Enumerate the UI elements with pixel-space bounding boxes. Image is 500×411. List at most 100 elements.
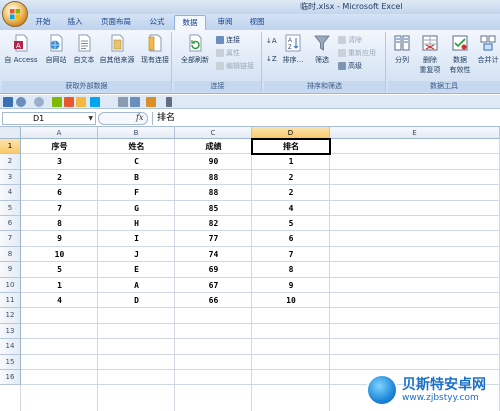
text-to-columns-button[interactable]: 分列 [390, 34, 414, 65]
cell-a11[interactable]: 4 [21, 293, 98, 308]
cell-d3[interactable]: 2 [252, 170, 330, 185]
cell-a9[interactable]: 5 [21, 262, 98, 277]
consolidate-button[interactable]: 合并计 [476, 34, 500, 65]
cell-d13[interactable] [252, 324, 330, 339]
cell-b3[interactable]: B [98, 170, 175, 185]
cell-c5[interactable]: 85 [175, 201, 252, 216]
row-header-13[interactable]: 13 [0, 323, 21, 340]
cell-c11[interactable]: 66 [175, 293, 252, 308]
formula-input[interactable]: 排名 [152, 112, 498, 125]
cell-d9[interactable]: 8 [252, 262, 330, 277]
filter-button[interactable]: 筛选 [310, 34, 334, 65]
remove-duplicates-button[interactable]: 删除 重复项 [416, 34, 444, 75]
cell-b10[interactable]: A [98, 278, 175, 293]
cell-c9[interactable]: 69 [175, 262, 252, 277]
select-all-corner[interactable] [0, 127, 21, 139]
cell-d4[interactable]: 2 [252, 185, 330, 200]
cell-a7[interactable]: 9 [21, 231, 98, 246]
cell-b7[interactable]: I [98, 231, 175, 246]
cell-c8[interactable]: 74 [175, 247, 252, 262]
cell-a13[interactable] [21, 324, 98, 339]
chart-icon[interactable] [64, 97, 74, 107]
existing-connections-button[interactable]: 现有连接 [138, 34, 172, 65]
tab-insert[interactable]: 插入 [62, 15, 88, 30]
cell-d11[interactable]: 10 [252, 293, 330, 308]
cell-a2[interactable]: 3 [21, 154, 98, 169]
insert-function-icon[interactable]: fx [136, 113, 143, 122]
save-icon[interactable] [3, 97, 13, 107]
column-header-c[interactable]: C [175, 127, 252, 139]
cell-a15[interactable] [21, 355, 98, 370]
properties-button[interactable]: 属性 [216, 48, 240, 59]
cell-d8[interactable]: 7 [252, 247, 330, 262]
row-header-9[interactable]: 9 [0, 262, 21, 278]
tab-view[interactable]: 视图 [244, 15, 270, 30]
sort-button[interactable]: AZ 排序... [280, 34, 306, 65]
cell-b5[interactable]: G [98, 201, 175, 216]
cell-b8[interactable]: J [98, 247, 175, 262]
cell-b12[interactable] [98, 308, 175, 323]
connections-button[interactable]: 连接 [216, 35, 240, 46]
row-header-4[interactable]: 4 [0, 185, 21, 201]
worksheet-grid[interactable]: A B C D E 1 序号 姓名 成绩 排名 2 3 C 90 1 3 2 B 88 2 4 6 F 88 2 5 7 G 85 4 6 8… [0, 127, 500, 411]
cell-b11[interactable]: D [98, 293, 175, 308]
tab-data[interactable]: 数据 [174, 15, 206, 30]
reapply-button[interactable]: 重新应用 [338, 48, 376, 59]
cell-a1[interactable]: 序号 [21, 139, 98, 154]
edit-links-button[interactable]: 编辑链接 [216, 61, 254, 72]
cell-d5[interactable]: 4 [252, 201, 330, 216]
row-header-8[interactable]: 8 [0, 246, 21, 263]
data-validation-button[interactable]: 数据 有效性 [446, 34, 474, 75]
from-access-button[interactable]: A 自 Access [4, 34, 38, 65]
cell-d16[interactable] [252, 370, 330, 385]
form-icon[interactable] [118, 97, 128, 107]
cell-b1[interactable]: 姓名 [98, 139, 175, 154]
row-header-10[interactable]: 10 [0, 277, 21, 293]
clear-button[interactable]: 清除 [338, 35, 362, 46]
name-box-dropdown-icon[interactable]: ▼ [88, 113, 93, 124]
cell-b6[interactable]: H [98, 216, 175, 231]
cell-a14[interactable] [21, 339, 98, 354]
name-box[interactable]: D1 ▼ [2, 112, 96, 125]
row-header-7[interactable]: 7 [0, 231, 21, 247]
undo-icon[interactable] [16, 97, 26, 107]
cell-c14[interactable] [175, 339, 252, 354]
cell-b4[interactable]: F [98, 185, 175, 200]
cell-d6[interactable]: 5 [252, 216, 330, 231]
cell-a12[interactable] [21, 308, 98, 323]
cell-c3[interactable]: 88 [175, 170, 252, 185]
cell-d12[interactable] [252, 308, 330, 323]
table-icon[interactable] [130, 97, 140, 107]
row-header-1[interactable]: 1 [0, 139, 21, 155]
redo-icon[interactable] [34, 97, 44, 107]
from-web-button[interactable]: 自网站 [42, 34, 70, 65]
cell-d14[interactable] [252, 339, 330, 354]
row-header-14[interactable]: 14 [0, 339, 21, 355]
from-other-sources-button[interactable]: 自其他来源 [98, 34, 136, 65]
cell-b13[interactable] [98, 324, 175, 339]
cell-a8[interactable]: 10 [21, 247, 98, 262]
row-header-3[interactable]: 3 [0, 169, 21, 186]
row-header-2[interactable]: 2 [0, 154, 21, 170]
sort-quick-icon[interactable] [76, 97, 86, 107]
cell-c1[interactable]: 成绩 [175, 139, 252, 154]
tab-page-layout[interactable]: 页面布局 [96, 15, 136, 30]
column-header-a[interactable]: A [21, 127, 98, 139]
row-header-11[interactable]: 11 [0, 293, 21, 309]
row-header-12[interactable]: 12 [0, 308, 21, 324]
cell-b15[interactable] [98, 355, 175, 370]
row-header-15[interactable]: 15 [0, 354, 21, 370]
cell-a10[interactable]: 1 [21, 278, 98, 293]
row-header-5[interactable]: 5 [0, 200, 21, 216]
cell-d1[interactable]: 排名 [252, 139, 330, 154]
refresh-all-button[interactable]: 全部刷新 [178, 34, 212, 65]
print-preview-icon[interactable] [52, 97, 62, 107]
sort-za-button[interactable]: ↓Z [266, 54, 277, 65]
cell-c10[interactable]: 67 [175, 278, 252, 293]
cell-a4[interactable]: 6 [21, 185, 98, 200]
qat-more-icon[interactable] [166, 97, 172, 107]
cell-a16[interactable] [21, 370, 98, 385]
cell-d15[interactable] [252, 355, 330, 370]
bar-chart-icon[interactable] [90, 97, 100, 107]
advanced-button[interactable]: 高级 [338, 61, 362, 72]
